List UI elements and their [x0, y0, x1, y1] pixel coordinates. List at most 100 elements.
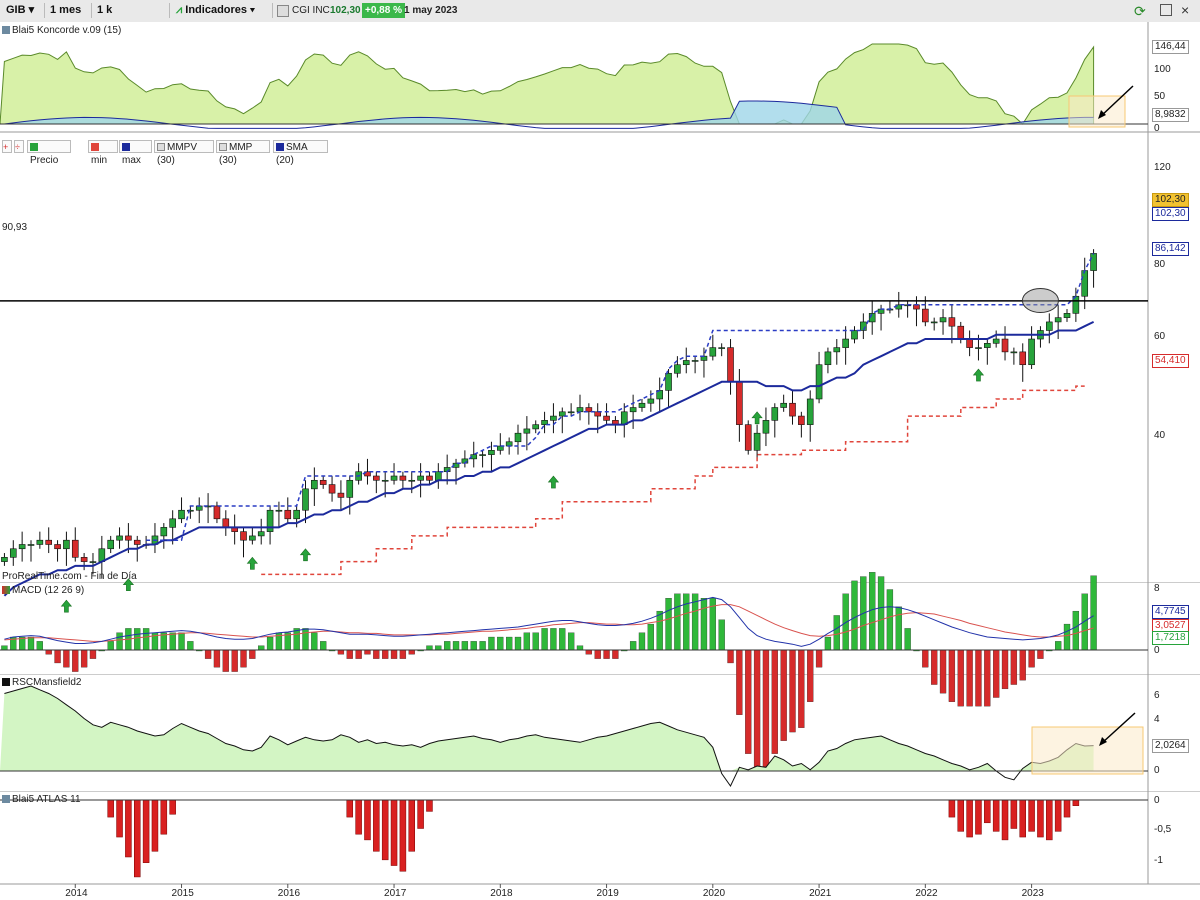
- candle-body: [957, 325, 965, 340]
- macd-histogram-bar: [444, 641, 451, 651]
- candle-body: [798, 415, 805, 425]
- macd-histogram-bar: [807, 649, 814, 702]
- atlas-bar: [399, 799, 407, 872]
- candle-body: [275, 509, 283, 512]
- macd-histogram-bar: [346, 649, 353, 659]
- candle-body: [789, 402, 796, 417]
- level-label: 90,93: [2, 222, 28, 233]
- macd-histogram-bar: [629, 641, 637, 651]
- macd-histogram-bar: [718, 619, 725, 651]
- legend-min[interactable]: min: [88, 140, 118, 166]
- candle-body: [753, 432, 761, 451]
- koncorde-tick: 50: [1154, 91, 1166, 102]
- macd-histogram-bar: [426, 645, 433, 651]
- legend-sma[interactable]: SMA (20): [273, 140, 328, 166]
- candle-body: [806, 398, 814, 425]
- atlas-bar: [992, 799, 1000, 832]
- x-axis: 2014 2015 2016 2017 2018 2019 2020 2021 2022 2023: [0, 884, 1148, 900]
- macd-histogram-bar: [204, 649, 212, 659]
- candle-body: [426, 475, 433, 481]
- atlas-bar: [373, 799, 380, 852]
- candle-body: [89, 561, 97, 563]
- macd-histogram-bar: [877, 576, 885, 651]
- macd-histogram-bar: [249, 649, 256, 659]
- rsc-highlight-box: [1031, 726, 1144, 775]
- macd-histogram-bar: [727, 649, 734, 664]
- atlas-bar: [1037, 799, 1044, 838]
- candle-body: [488, 450, 495, 455]
- macd-swatch-icon: [2, 586, 10, 595]
- atlas-bar: [134, 799, 141, 878]
- macd-histogram-bar: [506, 636, 513, 651]
- macd-histogram-bar: [780, 649, 787, 741]
- macd-histogram-bar: [771, 649, 778, 754]
- candle-body: [417, 475, 424, 481]
- macd-histogram-bar: [293, 628, 300, 651]
- macd-histogram-bar: [461, 641, 469, 651]
- koncorde-tick: 0: [1154, 123, 1160, 134]
- macd-histogram-bar: [178, 632, 185, 651]
- candle-body: [302, 488, 309, 511]
- candle-body: [71, 539, 79, 558]
- macd-histogram-bar: [497, 636, 504, 651]
- macd-histogram-bar: [514, 636, 522, 651]
- atlas-bar: [948, 799, 956, 818]
- candle-body: [523, 428, 531, 434]
- macd-histogram-bar: [656, 610, 663, 651]
- rsc-value-tag: 2,0264: [1152, 739, 1189, 753]
- macd-histogram-bar: [833, 615, 840, 651]
- source-label: ProRealTime.com - Fin de Día: [2, 571, 137, 582]
- x-tick-label: 2016: [277, 888, 301, 899]
- macd-histogram-bar: [80, 649, 88, 668]
- zoom-icon[interactable]: +: [2, 140, 12, 153]
- macd-histogram-bar: [1037, 649, 1044, 659]
- atlas-title-label: Blai5 ATLAS 11: [12, 794, 81, 805]
- macd-histogram-bar: [266, 636, 274, 651]
- split-icon[interactable]: ÷: [14, 140, 24, 153]
- macd-histogram-bar: [647, 623, 654, 651]
- candle-body: [319, 479, 327, 485]
- macd-histogram-bar: [1090, 575, 1097, 651]
- x-tick-label: 2023: [1021, 888, 1044, 899]
- legend-mmp[interactable]: MMP (30): [216, 140, 270, 166]
- legend-mmpv[interactable]: MMPV (30): [154, 140, 214, 166]
- macd-histogram-bar: [895, 606, 902, 651]
- macd-histogram-bar: [408, 649, 415, 655]
- min-swatch-icon: [91, 143, 99, 152]
- macd-histogram-bar: [1028, 649, 1035, 668]
- rsc-tick: 4: [1154, 714, 1160, 725]
- legend-max[interactable]: max: [119, 140, 152, 166]
- legend-precio[interactable]: Precio: [27, 140, 71, 166]
- candle-body: [1010, 351, 1018, 354]
- macd-histogram-bar: [815, 649, 823, 668]
- macd-histogram-bar: [1072, 610, 1080, 651]
- histogram-value-tag: 1,7218: [1152, 631, 1189, 645]
- atlas-bar: [408, 799, 415, 852]
- macd-histogram-bar: [550, 628, 557, 651]
- x-tick-label: 2022: [915, 888, 938, 899]
- candle-body: [373, 475, 380, 481]
- candle-body: [479, 454, 486, 456]
- macd-histogram-bar: [559, 628, 566, 651]
- atlas-bar: [125, 799, 132, 858]
- candle-body: [107, 539, 114, 550]
- price-swatch-icon: [30, 143, 38, 152]
- candle-body: [27, 544, 35, 546]
- atlas-bar: [1028, 799, 1035, 832]
- candle-body: [54, 544, 61, 550]
- macd-histogram-bar: [975, 649, 982, 707]
- candle-body: [390, 475, 398, 481]
- macd-histogram-bar: [984, 649, 991, 707]
- macd-histogram-bar: [576, 645, 584, 651]
- candle-body: [603, 415, 610, 421]
- candle-body: [833, 347, 841, 353]
- candle-body: [948, 317, 956, 327]
- candle-body: [80, 557, 88, 562]
- mmp-swatch-icon: [219, 143, 227, 152]
- macd-title-label: MACD (12 26 9): [12, 585, 85, 596]
- macd-histogram-bar: [523, 632, 531, 651]
- macd-histogram-bar: [594, 649, 601, 659]
- candle-body: [213, 505, 221, 520]
- candle-body: [647, 398, 655, 404]
- atlas-bar: [1063, 799, 1071, 818]
